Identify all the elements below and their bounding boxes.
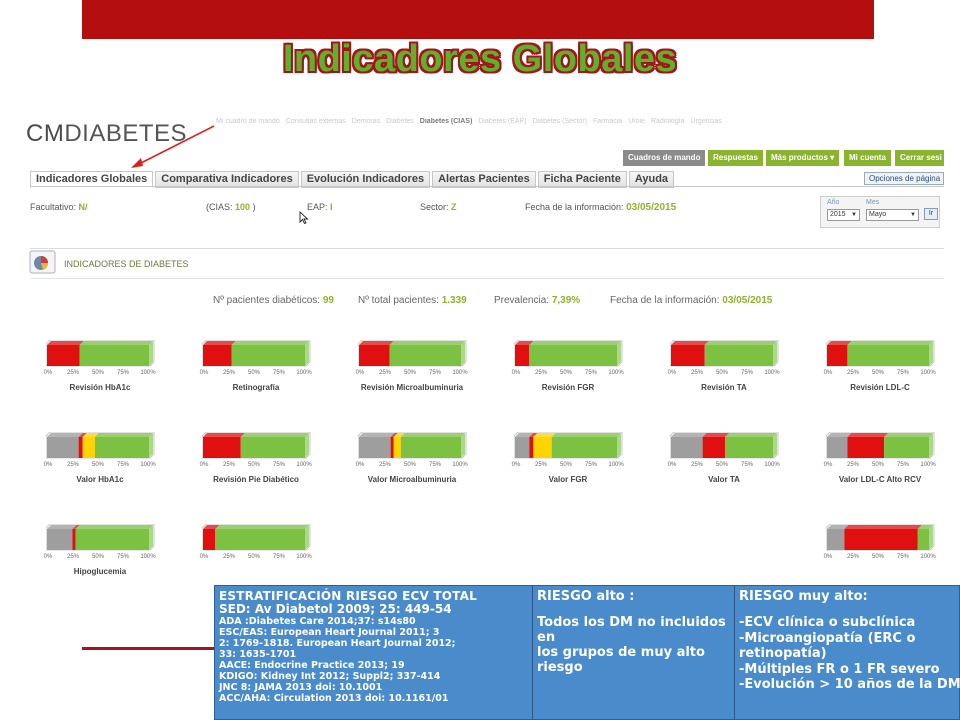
risk-table-title: ESTRATIFICACIÓN RIESGO ECV TOTAL — [219, 589, 477, 603]
slide: Indicadores Globales CMDIABETES Mi cuadr… — [0, 0, 960, 720]
risk-high-title: RIESGO alto : — [537, 589, 635, 604]
risk-very-high-title: RIESGO muy alto: — [739, 589, 868, 604]
risk-table-col-sources: ESTRATIFICACIÓN RIESGO ECV TOTAL SED: Av… — [215, 586, 533, 720]
risk-high-line: riesgo — [537, 660, 583, 675]
risk-very-high-line: retinopatía) — [739, 646, 827, 661]
risk-source-line: 2: 1769-1818. European Heart Journal 201… — [219, 638, 456, 649]
risk-source-line: KDIGO: Kidney Int 2012; Suppl2; 337-414 — [219, 671, 441, 682]
slide-accent-line — [82, 647, 222, 650]
risk-table-col-high: RIESGO alto : Todos los DM no incluidos … — [533, 586, 735, 720]
risk-very-high-line: -Múltiples FR o 1 FR severo — [739, 661, 940, 677]
risk-high-line: Todos los DM no incluidos en — [537, 615, 726, 645]
risk-very-high-line: -Evolución > 10 años de la DM — [739, 677, 960, 692]
risk-source-line: ADA :Diabetes Care 2014;37: s14s80 — [219, 616, 416, 627]
risk-very-high-line: -Microangiopatía (ERC o — [739, 630, 916, 646]
risk-source-line: ESC/EAS: European Heart Journal 2011; 3 — [219, 627, 440, 638]
risk-source-line: JNC 8: JAMA 2013 doi: 10.1001 — [219, 682, 383, 693]
risk-source-line: AACE: Endocrine Practice 2013; 19 — [219, 660, 405, 671]
risk-table-col-very-high: RIESGO muy alto: -ECV clínica o subclíni… — [735, 586, 960, 720]
risk-table: ESTRATIFICACIÓN RIESGO ECV TOTAL SED: Av… — [214, 585, 960, 720]
risk-high-line: los grupos de muy alto — [537, 645, 705, 660]
risk-very-high-line: -ECV clínica o subclínica — [739, 615, 916, 630]
risk-source-line: SED: Av Diabetol 2009; 25: 449-54 — [219, 602, 452, 616]
risk-source-line: 33: 1635-1701 — [219, 649, 297, 660]
risk-source-line: ACC/AHA: Circulation 2013 doi: 10.1161/0… — [219, 693, 449, 704]
